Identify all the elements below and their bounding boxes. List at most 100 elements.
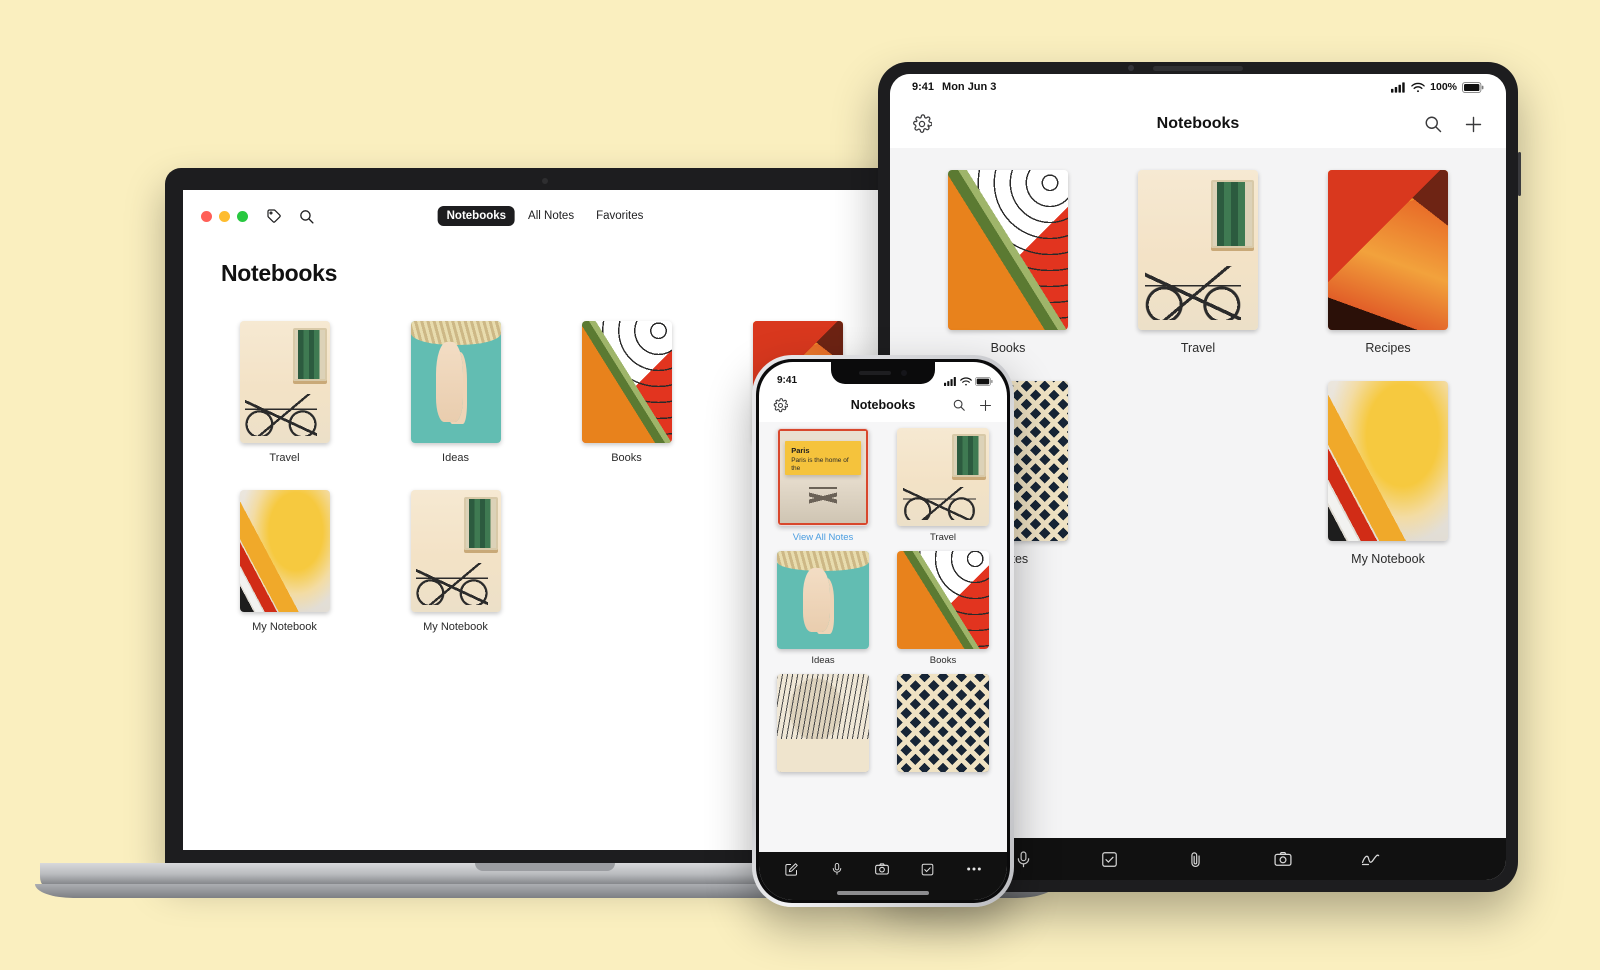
notebook-item-my-notebook-1[interactable]: My Notebook — [221, 490, 348, 633]
notebook-cover[interactable] — [1328, 381, 1448, 541]
notebook-cover[interactable] — [777, 674, 869, 772]
wifi-icon — [1411, 82, 1425, 93]
phone-nav-bar: Notebooks — [759, 388, 1007, 422]
tablet-nav-bar: Notebooks — [890, 100, 1506, 148]
notebook-item-my-notebook-2[interactable]: My Notebook — [392, 490, 519, 633]
featured-note-card[interactable]: Paris Paris is the home of the View All … — [773, 428, 873, 543]
tag-icon[interactable] — [266, 208, 282, 224]
plus-icon[interactable] — [978, 398, 993, 413]
minimize-button[interactable] — [219, 210, 230, 222]
page-title: Notebooks — [221, 260, 338, 286]
notebook-item-travel[interactable]: Travel — [1124, 170, 1272, 355]
phone-screen: 9:41 Notebooks Paris Paris is the home o… — [759, 362, 1007, 900]
notebook-item-books[interactable]: Books — [934, 170, 1082, 355]
phone-bottom-toolbar[interactable] — [759, 852, 1007, 886]
tablet-camera-icon — [1128, 65, 1134, 71]
notebook-label: My Notebook — [423, 621, 488, 633]
view-all-notes-link[interactable]: View All Notes — [793, 532, 854, 543]
phone-device: 9:41 Notebooks Paris Paris is the home o… — [752, 355, 1014, 907]
status-date: Mon Jun 3 — [942, 81, 997, 93]
notebook-item-travel[interactable]: Travel — [221, 321, 348, 464]
notebook-label: Ideas — [811, 655, 835, 666]
battery-percent-label: 100% — [1430, 81, 1457, 93]
zoom-button[interactable] — [237, 210, 248, 222]
close-button[interactable] — [201, 210, 212, 222]
search-icon[interactable] — [952, 398, 966, 412]
notebook-cover[interactable] — [581, 321, 672, 443]
phone-notebook-grid: Paris Paris is the home of the View All … — [773, 428, 993, 772]
screenshot-stage: Notebooks All Notes Favorites Notebooks … — [0, 0, 1600, 970]
notebook-label: Books — [929, 655, 957, 666]
search-icon[interactable] — [1423, 114, 1443, 134]
gear-icon[interactable] — [912, 114, 932, 134]
tablet-status-bar: 9:41 Mon Jun 3 100% — [890, 74, 1506, 100]
notebook-cover[interactable] — [1328, 170, 1448, 330]
notebook-label: Books — [611, 452, 642, 464]
notebook-cover[interactable] — [1138, 170, 1258, 330]
notebook-cover[interactable] — [410, 490, 501, 612]
notebook-cover[interactable] — [239, 321, 330, 443]
notebook-cover[interactable] — [948, 170, 1068, 330]
notebook-item-recipes[interactable]: Recipes — [1314, 170, 1462, 355]
tablet-speaker — [1153, 66, 1243, 71]
tablet-power-button[interactable] — [1518, 152, 1521, 196]
notebook-item-my-notebook[interactable]: My Notebook — [1314, 381, 1462, 566]
notebook-cover[interactable] — [239, 490, 330, 612]
phone-speaker — [859, 371, 891, 375]
note-preview: Paris is the home of the — [791, 456, 849, 472]
search-icon[interactable] — [298, 208, 315, 225]
notebook-cover[interactable] — [897, 428, 989, 526]
nav-title: Notebooks — [1156, 115, 1240, 132]
phone-camera-icon — [901, 370, 907, 376]
home-indicator[interactable] — [759, 886, 1007, 900]
note-cover[interactable]: Paris Paris is the home of the — [777, 428, 869, 526]
view-segmented-control[interactable]: Notebooks All Notes Favorites — [437, 206, 653, 226]
notebook-label: My Notebook — [1351, 552, 1425, 566]
phone-content: Paris Paris is the home of the View All … — [759, 422, 1007, 852]
notebook-label: My Notebook — [252, 621, 317, 633]
note-title: Paris — [791, 445, 810, 455]
paperclip-icon[interactable] — [1186, 850, 1205, 869]
notebook-item-elephant[interactable] — [773, 674, 873, 772]
segment-all-notes[interactable]: All Notes — [519, 206, 583, 226]
window-traffic-lights[interactable] — [201, 210, 248, 222]
status-time: 9:41 — [777, 375, 798, 386]
notebook-item-ideas[interactable]: Ideas — [773, 551, 873, 666]
notebook-item-quotes[interactable] — [893, 674, 993, 772]
notebook-item-travel[interactable]: Travel — [893, 428, 993, 543]
battery-icon — [1462, 81, 1484, 93]
wifi-icon — [960, 377, 972, 386]
cellular-icon — [1391, 81, 1406, 93]
more-icon[interactable] — [966, 866, 982, 872]
compose-icon[interactable] — [784, 862, 799, 877]
plus-icon[interactable] — [1463, 114, 1484, 135]
notebook-cover[interactable] — [777, 551, 869, 649]
microphone-icon[interactable] — [830, 862, 844, 876]
battery-icon — [975, 377, 993, 386]
notebook-item-books[interactable]: Books — [893, 551, 993, 666]
notebook-cover[interactable] — [897, 674, 989, 772]
camera-icon[interactable] — [874, 861, 890, 877]
segment-favorites[interactable]: Favorites — [587, 206, 652, 226]
notebook-label: Ideas — [442, 452, 469, 464]
segment-notebooks[interactable]: Notebooks — [437, 206, 516, 226]
scribble-icon[interactable] — [1360, 850, 1382, 868]
checkbox-icon[interactable] — [920, 862, 935, 877]
phone-bezel: 9:41 Notebooks Paris Paris is the home o… — [756, 359, 1010, 903]
notebook-item-books[interactable]: Books — [563, 321, 690, 464]
phone-body: 9:41 Notebooks Paris Paris is the home o… — [752, 355, 1014, 907]
camera-icon[interactable] — [1273, 849, 1293, 869]
notebook-cover[interactable] — [410, 321, 501, 443]
checkbox-icon[interactable] — [1100, 850, 1119, 869]
notebook-item-ideas[interactable]: Ideas — [392, 321, 519, 464]
microphone-icon[interactable] — [1014, 850, 1033, 869]
notebook-label: Books — [990, 341, 1026, 355]
status-time: 9:41 — [912, 81, 935, 93]
notebook-label: Recipes — [1365, 341, 1411, 355]
mac-window-toolbar: Notebooks All Notes Favorites — [183, 190, 907, 242]
notebook-label: Travel — [1180, 341, 1216, 355]
notebook-cover[interactable] — [897, 551, 989, 649]
phone-notch — [831, 362, 935, 384]
cellular-icon — [944, 377, 957, 386]
notebook-label: Travel — [929, 532, 957, 543]
